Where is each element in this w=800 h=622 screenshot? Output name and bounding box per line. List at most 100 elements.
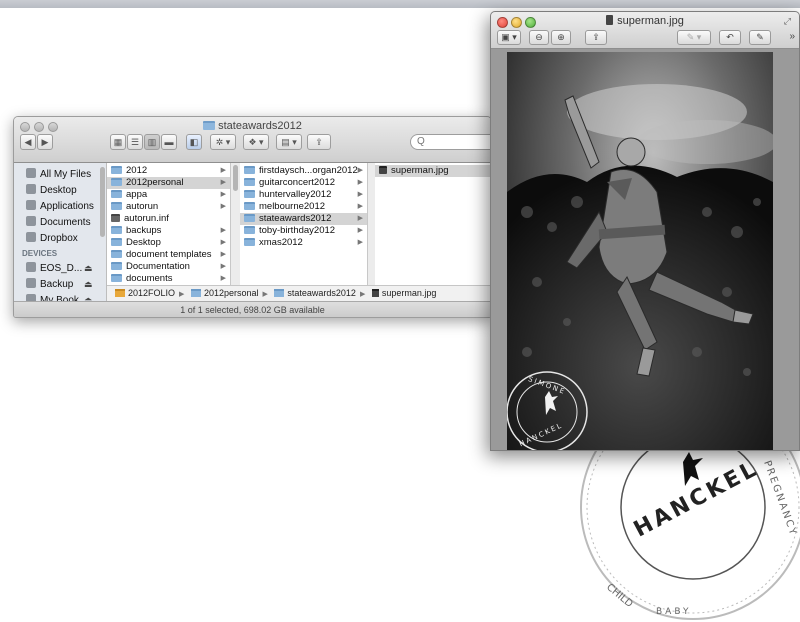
toolbar-overflow-icon[interactable]: » — [789, 31, 795, 42]
column-view-button[interactable]: ▥ — [144, 134, 160, 150]
eject-icon[interactable]: ⏏ — [84, 279, 93, 290]
sidebar-item-all-my-files[interactable]: All My Files — [26, 167, 91, 183]
search-icon: Q — [417, 136, 425, 147]
preview-titlebar[interactable]: superman.jpg ⤢ ▣ ▾ ⊖ ⊕ ⇪ ✎ ▾ ↶ ✎ » — [491, 12, 799, 49]
list-item[interactable]: autorun.inf — [107, 213, 230, 225]
list-item[interactable]: firstdaysch...organ2012 ▶ — [240, 165, 367, 177]
disclosure-arrow-icon: ▶ — [220, 203, 226, 210]
sidebar-item-backup[interactable]: Backup — [26, 277, 73, 293]
list-item[interactable]: 2012personal ▶ — [107, 177, 230, 189]
disclosure-arrow-icon: ▶ — [220, 239, 226, 246]
list-item-label: firstdaysch...organ2012 — [259, 165, 358, 176]
list-item-label: melbourne2012 — [259, 201, 326, 212]
dropbox-menu-icon[interactable]: ❖ ▾ — [243, 134, 269, 150]
preview-window: superman.jpg ⤢ ▣ ▾ ⊖ ⊕ ⇪ ✎ ▾ ↶ ✎ » SIMON… — [490, 11, 800, 451]
fullscreen-icon[interactable]: ⤢ — [784, 16, 791, 27]
list-item[interactable]: guitarconcert2012 ▶ — [240, 177, 367, 189]
path-segment[interactable]: 2012personal — [190, 288, 259, 298]
disclosure-arrow-icon: ▶ — [220, 191, 226, 198]
list-item[interactable]: huntervalley2012 ▶ — [240, 189, 367, 201]
action-gear-icon[interactable]: ✲ ▾ — [210, 134, 236, 150]
sidebar-item-label: Documents — [40, 217, 91, 228]
folder-icon — [244, 226, 255, 234]
list-item[interactable]: Documentation ▶ — [107, 261, 230, 273]
pen-icon[interactable]: ✎ ▾ — [677, 30, 711, 45]
sidebar-toggle-icon[interactable]: ▣ ▾ — [497, 30, 521, 45]
path-segment[interactable]: stateawards2012 — [274, 288, 356, 298]
coverflow-view-button[interactable]: ▬ — [161, 134, 177, 150]
list-view-button[interactable]: ☰ — [127, 134, 143, 150]
disclosure-arrow-icon: ▶ — [220, 263, 226, 270]
list-item[interactable]: Desktop ▶ — [107, 237, 230, 249]
list-item-label: xmas2012 — [259, 237, 303, 248]
share-icon[interactable]: ⇪ — [585, 30, 607, 45]
svg-text:BABY: BABY — [656, 607, 692, 617]
list-item[interactable]: toby-birthday2012 ▶ — [240, 225, 367, 237]
search-input[interactable]: Q — [410, 134, 491, 150]
applications-icon — [26, 200, 36, 210]
all-files-icon — [26, 168, 36, 178]
path-segment-label: superman.jpg — [381, 288, 437, 298]
share-icon[interactable]: ⇪ — [307, 134, 331, 150]
folder-icon — [244, 178, 255, 186]
list-item-label: appa — [126, 189, 148, 200]
list-item[interactable]: 2012 ▶ — [107, 165, 230, 177]
folder-icon — [111, 274, 122, 282]
sidebar-item-label: Backup — [40, 279, 74, 290]
path-segment[interactable]: 2012FOLIO — [115, 288, 175, 298]
disk-icon — [26, 262, 36, 272]
sidebar-item-desktop[interactable]: Desktop — [26, 183, 77, 199]
rotate-icon[interactable]: ↶ — [719, 30, 741, 45]
superman-photo: SIMONE HANCKEL — [507, 52, 773, 450]
folder-icon — [111, 190, 122, 198]
list-item-label: huntervalley2012 — [259, 189, 332, 200]
column-1-scrollbar[interactable] — [233, 165, 238, 191]
list-item[interactable]: backups ▶ — [107, 225, 230, 237]
list-item-label: Desktop — [126, 237, 161, 248]
list-item[interactable]: melbourne2012 ▶ — [240, 201, 367, 213]
path-segment[interactable]: superman.jpg — [371, 288, 437, 298]
list-item[interactable]: superman.jpg — [375, 165, 491, 177]
forward-button[interactable]: ▶ — [37, 134, 53, 150]
list-item-label: backups — [126, 225, 162, 236]
path-segment-label: stateawards2012 — [287, 288, 356, 298]
disclosure-arrow-icon: ▶ — [357, 239, 363, 246]
status-text: 1 of 1 selected, 698.02 GB available — [180, 305, 325, 315]
disclosure-arrow-icon: ▶ — [220, 167, 226, 174]
edit-toolbar-icon[interactable]: ✎ — [749, 30, 771, 45]
sidebar-item-eos-disk[interactable]: EOS_D... — [26, 261, 82, 277]
arrange-icon[interactable]: ▤ ▾ — [276, 134, 302, 150]
browser-column-1: 2012 ▶ 2012personal ▶ appa ▶ autorun ▶ autor… — [107, 163, 231, 293]
sidebar-item-dropbox[interactable]: Dropbox — [26, 231, 78, 247]
sidebar-scrollbar[interactable] — [100, 167, 105, 237]
list-item[interactable]: appa ▶ — [107, 189, 230, 201]
sidebar-item-documents[interactable]: Documents — [26, 215, 91, 231]
browser-column-3: superman.jpg — [375, 163, 491, 293]
list-item[interactable]: documents ▶ — [107, 273, 230, 285]
sidebar-item-applications[interactable]: Applications — [26, 199, 94, 215]
folder-icon — [190, 289, 201, 297]
list-item[interactable]: autorun ▶ — [107, 201, 230, 213]
disclosure-arrow-icon: ▶ — [357, 191, 363, 198]
eject-icon[interactable]: ⏏ — [84, 263, 93, 274]
icon-view-button[interactable]: ▦ — [110, 134, 126, 150]
folder-icon — [274, 289, 285, 297]
document-icon — [111, 214, 120, 222]
list-item-label: Documentation — [126, 261, 190, 272]
list-item[interactable]: xmas2012 ▶ — [240, 237, 367, 249]
back-button[interactable]: ◀ — [20, 134, 36, 150]
list-item[interactable]: document templates ▶ — [107, 249, 230, 261]
zoom-in-icon[interactable]: ⊕ — [551, 30, 571, 45]
quicklook-app-icon[interactable]: ◧ — [186, 134, 202, 150]
folder-icon — [111, 250, 122, 258]
sidebar-item-label: EOS_D... — [40, 263, 83, 274]
folder-icon — [244, 202, 255, 210]
path-segment-label: 2012personal — [203, 288, 259, 298]
sidebar-item-label: Dropbox — [40, 233, 78, 244]
folder-icon — [244, 214, 255, 222]
window-title: stateawards2012 — [14, 120, 491, 132]
list-item[interactable]: stateawards2012 ▶ — [240, 213, 367, 225]
finder-titlebar[interactable]: stateawards2012 ◀ ▶ ▦ ☰ ▥ ▬ ◧ ✲ ▾ ❖ ▾ ▤ … — [14, 117, 491, 163]
zoom-out-icon[interactable]: ⊖ — [529, 30, 549, 45]
path-segment-label: 2012FOLIO — [128, 288, 176, 298]
